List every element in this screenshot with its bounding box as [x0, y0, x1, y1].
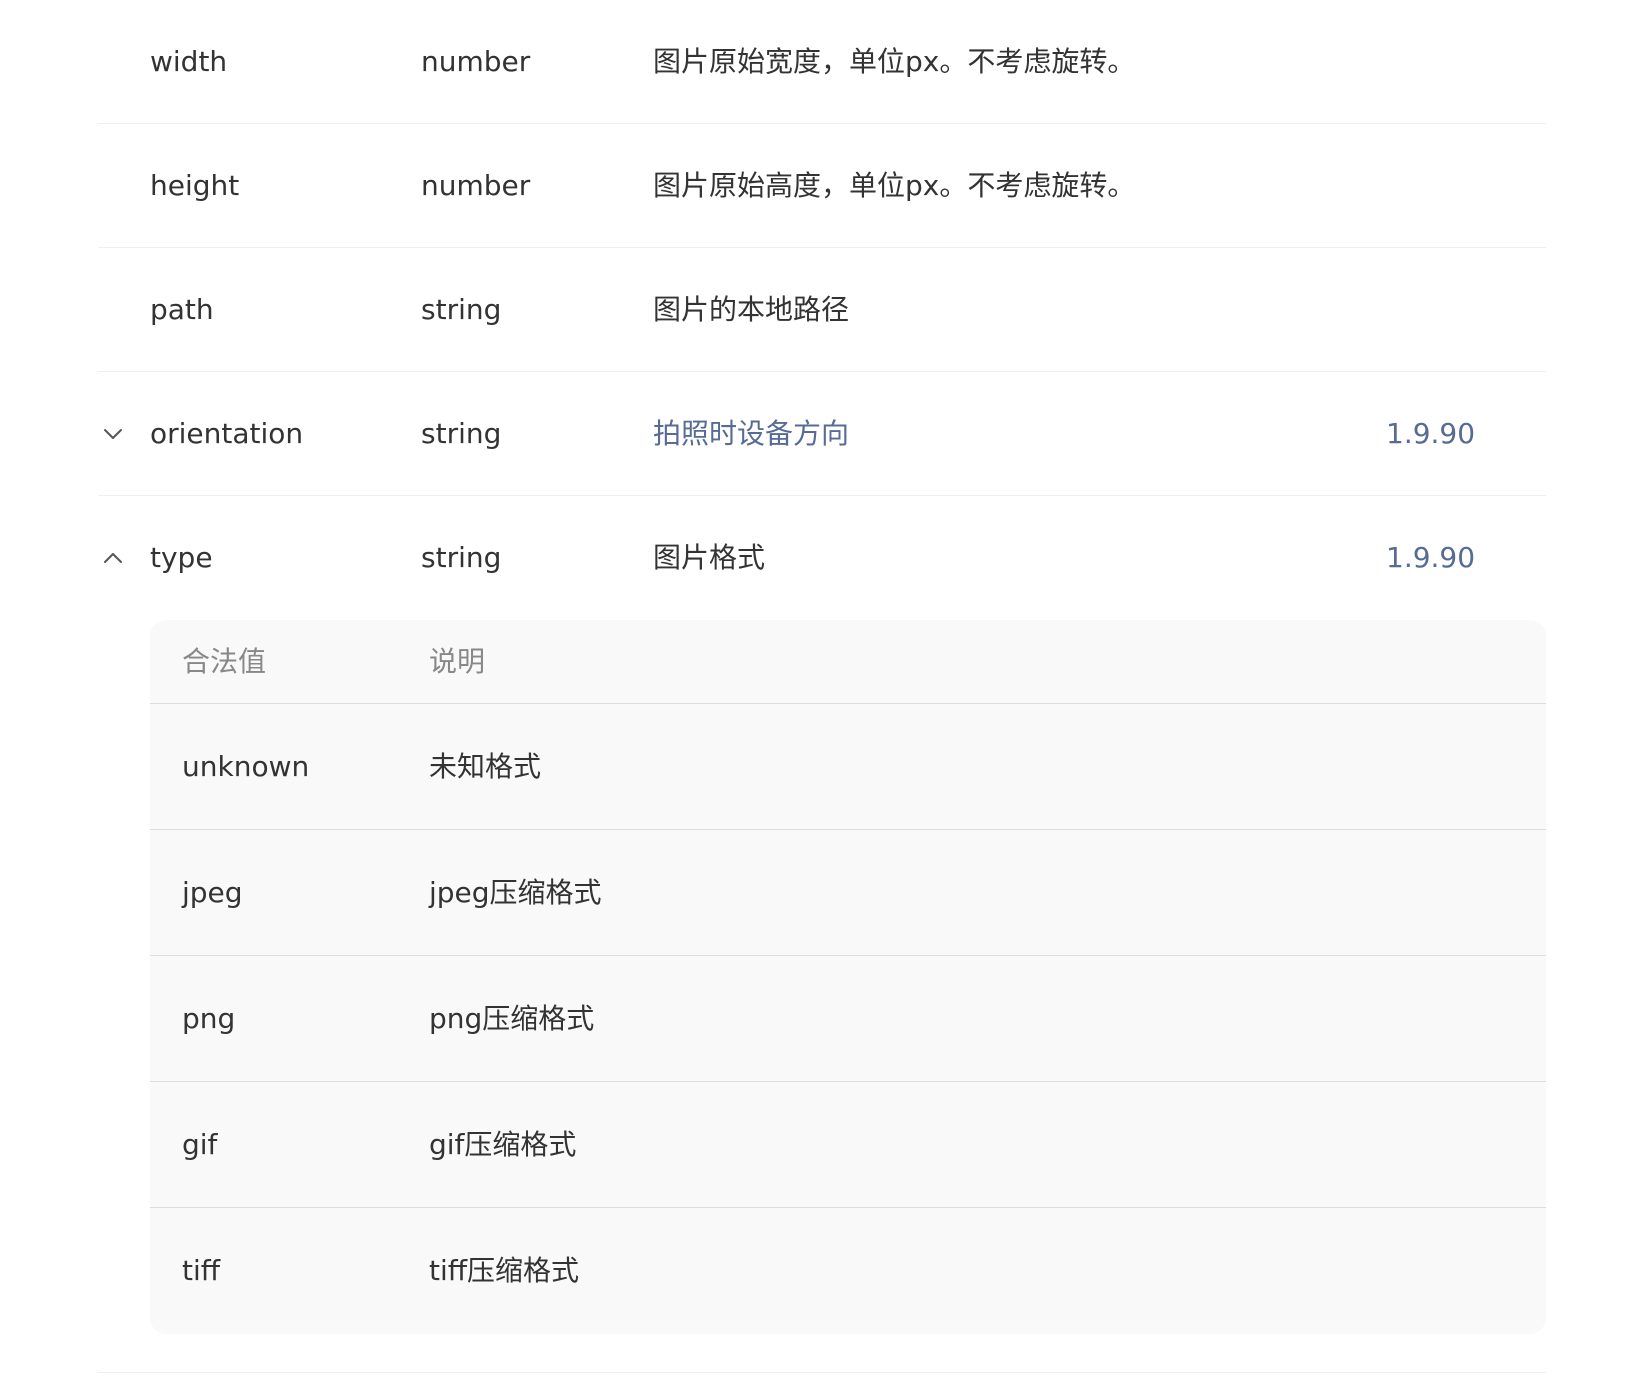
property-type: string	[421, 416, 502, 450]
property-type: string	[421, 541, 502, 574]
table-row: width number 图片原始宽度，单位px。不考虑旋转。	[98, 0, 1546, 124]
value-description: 未知格式	[429, 749, 542, 783]
property-type: string	[421, 292, 502, 326]
subtable-row: png png压缩格式	[150, 956, 1546, 1082]
chevron-up-icon[interactable]	[102, 547, 124, 569]
property-name: height	[150, 168, 240, 202]
subtable-row: tiff tiff压缩格式	[150, 1208, 1546, 1334]
subtable-row: unknown 未知格式	[150, 704, 1546, 830]
table-row-orientation[interactable]: orientation string 拍照时设备方向 1.9.90	[98, 372, 1546, 496]
property-description: 图片原始高度，单位px。不考虑旋转。	[653, 168, 1136, 202]
value-description: tiff压缩格式	[429, 1254, 580, 1287]
valid-value: png	[182, 1001, 236, 1035]
property-name: width	[150, 44, 228, 78]
header-description: 说明	[429, 644, 486, 678]
value-description: png压缩格式	[429, 1001, 595, 1035]
property-name: orientation	[150, 416, 304, 450]
valid-value: jpeg	[182, 875, 243, 909]
valid-value: unknown	[182, 749, 310, 783]
header-valid-values: 合法值	[182, 644, 267, 678]
value-description: gif压缩格式	[429, 1127, 577, 1161]
properties-table: width number 图片原始宽度，单位px。不考虑旋转。 height n…	[98, 0, 1546, 1373]
version-label: 1.9.90	[1386, 416, 1476, 450]
valid-value: tiff	[182, 1254, 221, 1287]
subtable-header: 合法值 说明	[150, 620, 1546, 704]
valid-value: gif	[182, 1127, 218, 1161]
property-type: number	[421, 168, 531, 202]
property-description: 图片的本地路径	[653, 292, 850, 326]
table-row: path string 图片的本地路径	[98, 248, 1546, 372]
subtable-row: jpeg jpeg压缩格式	[150, 830, 1546, 956]
property-name: type	[150, 541, 213, 574]
type-values-table: 合法值 说明 unknown 未知格式 jpeg jpeg压缩格式 png pn…	[150, 620, 1546, 1334]
property-name: path	[150, 292, 214, 326]
property-type: number	[421, 44, 531, 78]
property-description-link[interactable]: 拍照时设备方向	[653, 419, 849, 448]
property-description: 图片原始宽度，单位px。不考虑旋转。	[653, 44, 1136, 78]
version-label: 1.9.90	[1386, 541, 1476, 574]
type-values-panel: 合法值 说明 unknown 未知格式 jpeg jpeg压缩格式 png pn…	[98, 620, 1546, 1373]
subtable-row: gif gif压缩格式	[150, 1082, 1546, 1208]
property-description: 图片格式	[653, 541, 766, 574]
table-row-type[interactable]: type string 图片格式 1.9.90	[98, 496, 1546, 620]
chevron-down-icon[interactable]	[102, 423, 124, 445]
table-row: height number 图片原始高度，单位px。不考虑旋转。	[98, 124, 1546, 248]
value-description: jpeg压缩格式	[429, 875, 602, 909]
